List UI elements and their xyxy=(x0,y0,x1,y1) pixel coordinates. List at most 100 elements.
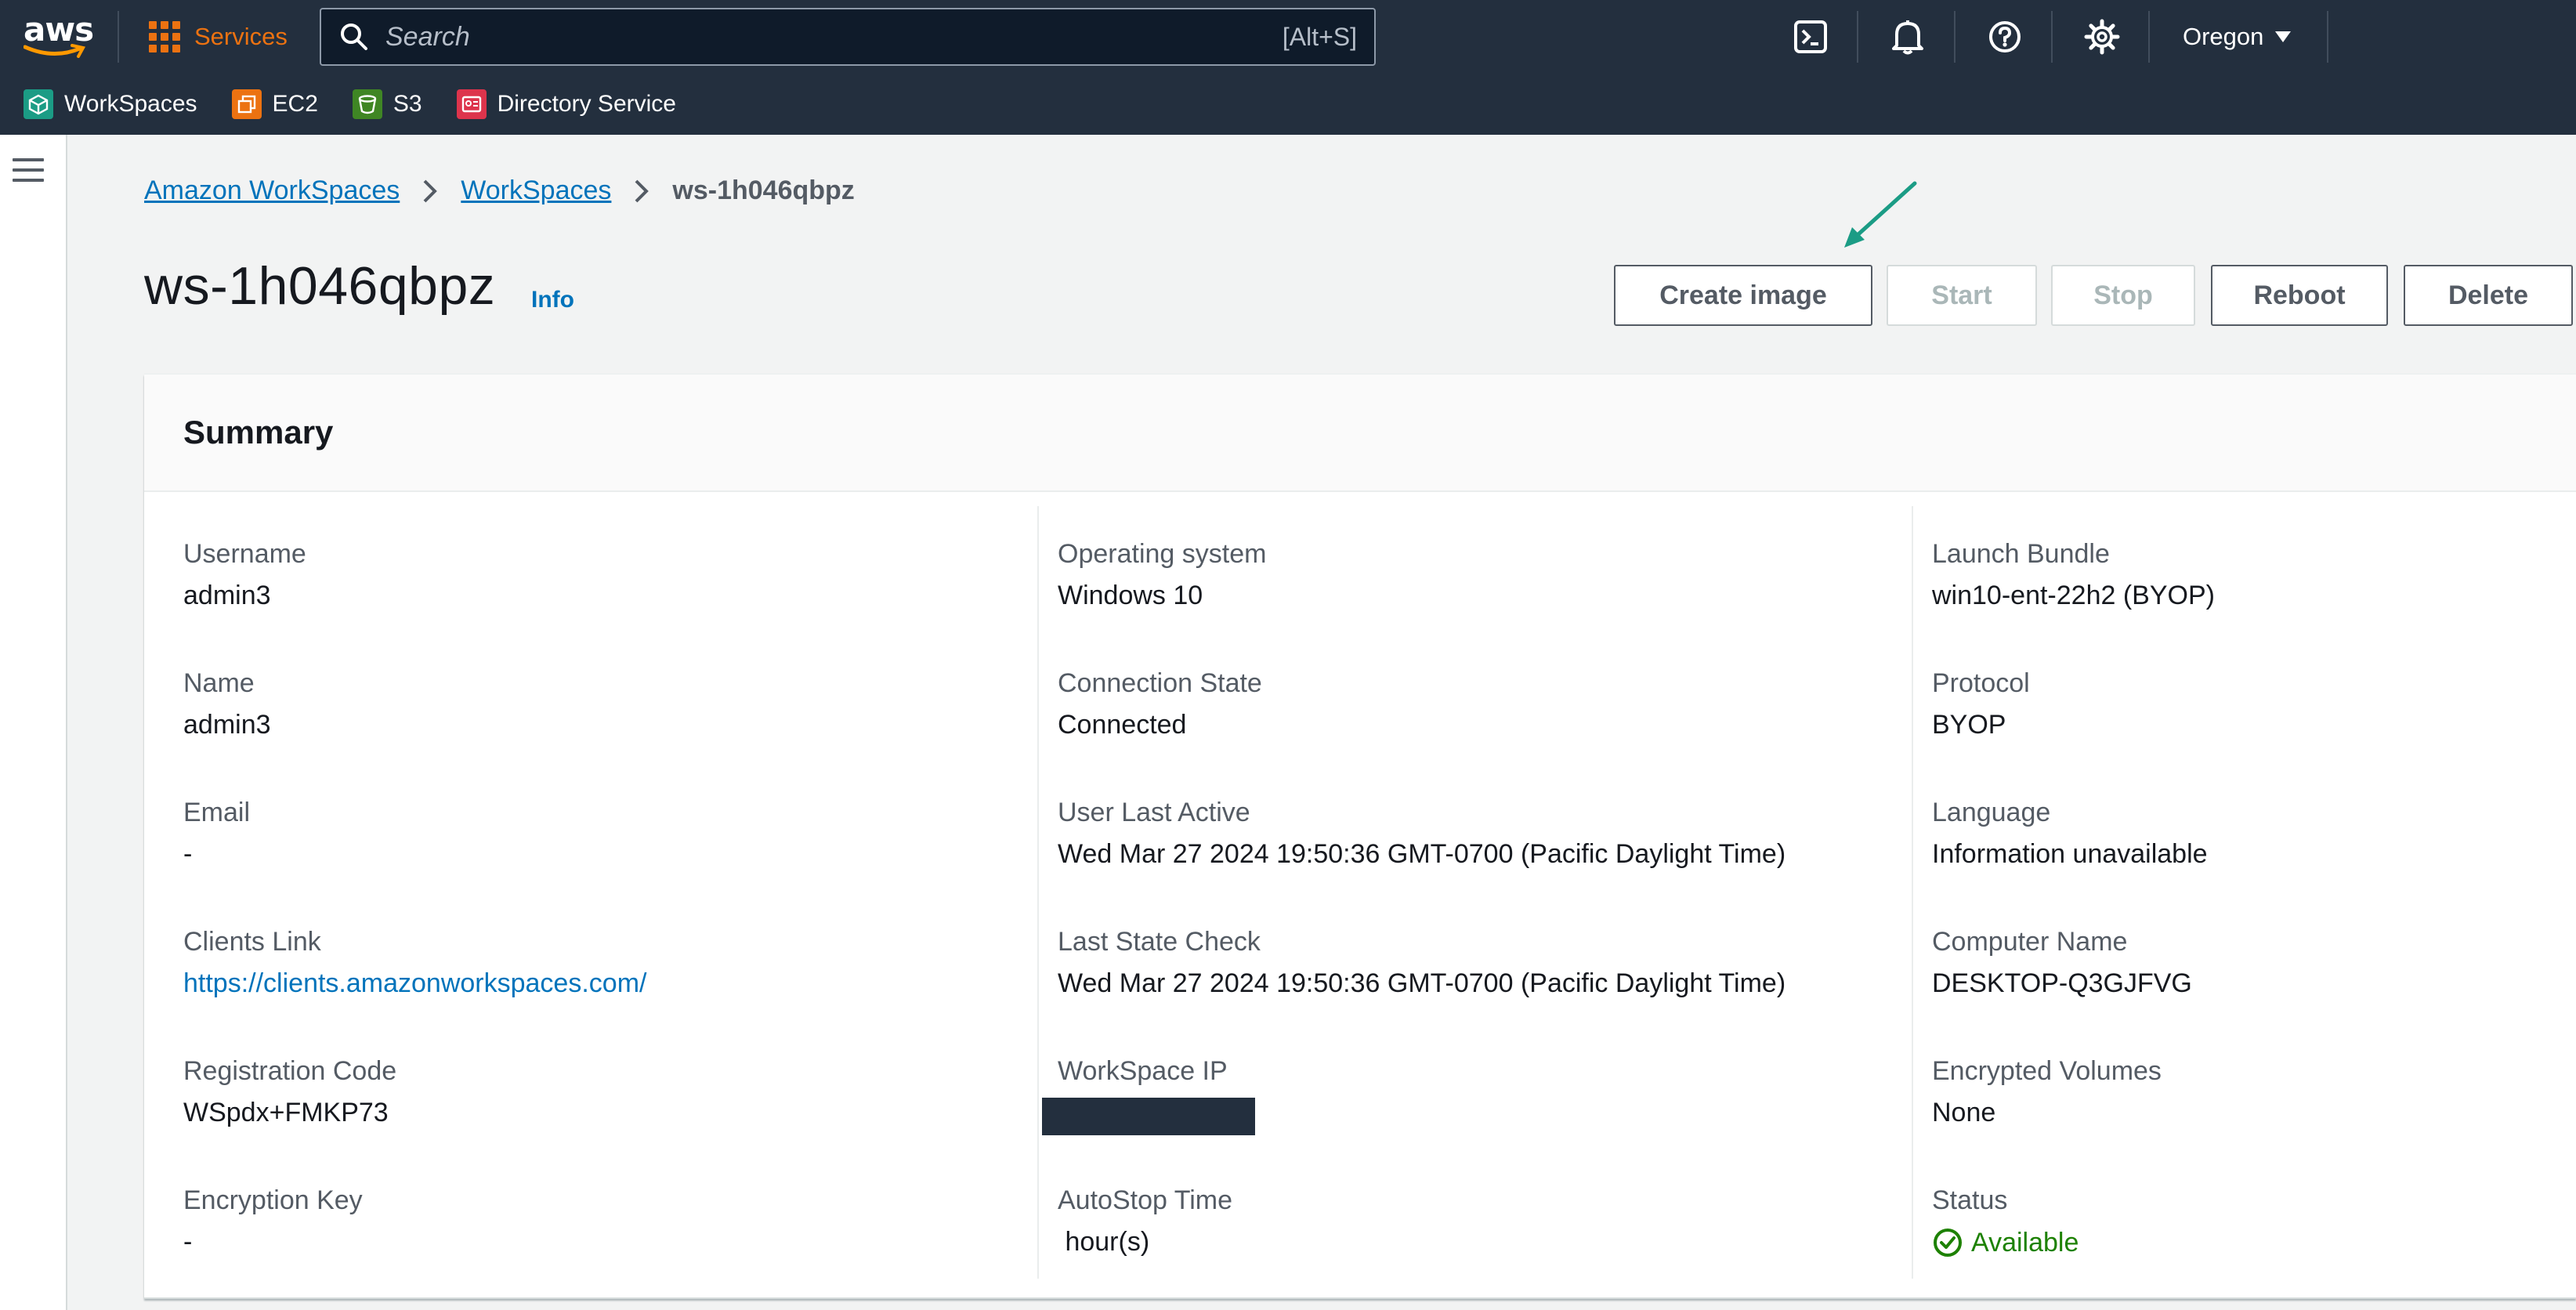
field-label: AutoStop Time xyxy=(1058,1185,1233,1215)
s3-icon xyxy=(352,89,382,119)
nav-divider xyxy=(1857,11,1858,63)
field-language: Language Information unavailable xyxy=(1932,798,2208,870)
search-box[interactable]: [Alt+S] xyxy=(320,8,1376,66)
top-navigation: aws Services [Alt+S] xyxy=(0,0,2576,74)
field-autostop-time: AutoStop Time hour(s) xyxy=(1058,1185,1232,1258)
field-user-last-active: User Last Active Wed Mar 27 2024 19:50:3… xyxy=(1058,798,1785,870)
field-label: Last State Check xyxy=(1058,927,1261,957)
field-encrypted-volumes: Encrypted Volumes None xyxy=(1932,1056,2162,1128)
ec2-icon xyxy=(231,89,262,119)
nav-divider xyxy=(2148,11,2150,63)
settings-gear-icon[interactable] xyxy=(2082,17,2122,56)
reboot-button[interactable]: Reboot xyxy=(2211,265,2388,326)
summary-column-2: Operating system Windows 10 Connection S… xyxy=(1018,492,1893,1276)
field-label: Protocol xyxy=(1932,668,2030,698)
field-label: Computer Name xyxy=(1932,927,2128,957)
delete-button[interactable]: Delete xyxy=(2404,265,2573,326)
field-value: - xyxy=(183,839,193,869)
create-image-button[interactable]: Create image xyxy=(1614,265,1872,326)
field-value: DESKTOP-Q3GJFVG xyxy=(1932,968,2192,998)
field-value: admin3 xyxy=(183,710,271,740)
field-label: Registration Code xyxy=(183,1056,397,1086)
start-button[interactable]: Start xyxy=(1887,265,2037,326)
summary-column-3: Launch Bundle win10-ent-22h2 (BYOP) Prot… xyxy=(1893,492,2576,1276)
field-label: Language xyxy=(1932,798,2051,827)
field-value: Information unavailable xyxy=(1932,839,2208,869)
favorites-bar: WorkSpaces EC2 S3 Directory Service xyxy=(0,74,2576,135)
summary-panel: Summary Username admin3 Name admin3 Emai… xyxy=(144,375,2576,1299)
field-label: Name xyxy=(183,668,255,698)
nav-divider xyxy=(118,11,119,63)
field-connection-state: Connection State Connected xyxy=(1058,668,1262,740)
field-label: Connection State xyxy=(1058,668,1262,698)
field-label: Operating system xyxy=(1058,539,1267,569)
field-label: WorkSpace IP xyxy=(1058,1056,1228,1086)
search-input[interactable] xyxy=(385,21,1283,52)
page-title: ws-1h046qbpz xyxy=(144,256,496,316)
summary-column-1: Username admin3 Name admin3 Email - Clie… xyxy=(144,492,1037,1276)
aws-logo[interactable]: aws xyxy=(24,10,94,60)
info-link[interactable]: Info xyxy=(531,287,574,313)
field-username: Username admin3 xyxy=(183,539,306,611)
field-last-state-check: Last State Check Wed Mar 27 2024 19:50:3… xyxy=(1058,927,1785,999)
field-computer-name: Computer Name DESKTOP-Q3GJFVG xyxy=(1932,927,2192,999)
side-navigation-rail xyxy=(0,135,67,1310)
annotation-arrow-icon xyxy=(1844,181,1917,248)
region-selector[interactable]: Oregon xyxy=(2183,19,2292,55)
field-launch-bundle: Launch Bundle win10-ent-22h2 (BYOP) xyxy=(1932,539,2215,611)
breadcrumb-amazon-workspaces[interactable]: Amazon WorkSpaces xyxy=(144,176,400,206)
nav-divider xyxy=(1954,11,1956,63)
services-label: Services xyxy=(194,23,288,50)
field-label: Launch Bundle xyxy=(1932,539,2110,569)
aws-smile-icon xyxy=(24,44,86,58)
services-grid-icon xyxy=(149,21,180,52)
breadcrumb-current: ws-1h046qbpz xyxy=(672,176,855,205)
favorite-label: EC2 xyxy=(272,91,318,117)
hamburger-menu-icon[interactable] xyxy=(13,158,44,185)
clients-link[interactable]: https://clients.amazonworkspaces.com/ xyxy=(183,968,646,999)
field-label: Username xyxy=(183,539,306,569)
help-icon[interactable] xyxy=(1985,17,2024,56)
field-status: Status Available xyxy=(1932,1185,2079,1258)
favorite-label: S3 xyxy=(393,91,422,117)
field-value: - xyxy=(183,1227,193,1257)
field-label: Encryption Key xyxy=(183,1185,363,1215)
workspaces-icon xyxy=(24,89,53,119)
field-encryption-key: Encryption Key - xyxy=(183,1185,363,1258)
notifications-bell-icon[interactable] xyxy=(1888,17,1927,56)
caret-down-icon xyxy=(2275,31,2292,42)
field-label: Encrypted Volumes xyxy=(1932,1056,2162,1086)
field-value: Wed Mar 27 2024 19:50:36 GMT-0700 (Pacif… xyxy=(1058,839,1786,869)
field-protocol: Protocol BYOP xyxy=(1932,668,2030,740)
favorite-ec2[interactable]: EC2 xyxy=(231,89,318,119)
field-label: User Last Active xyxy=(1058,798,1250,827)
chevron-right-icon xyxy=(635,179,649,202)
field-name: Name admin3 xyxy=(183,668,271,740)
check-circle-icon xyxy=(1934,1229,1962,1257)
field-label: Clients Link xyxy=(183,927,321,957)
field-value: BYOP xyxy=(1932,710,2006,740)
services-menu-button[interactable]: Services xyxy=(149,16,288,58)
field-value: Windows 10 xyxy=(1058,581,1203,610)
field-value: win10-ent-22h2 (BYOP) xyxy=(1932,581,2215,610)
field-registration-code: Registration Code WSpdx+FMKP73 xyxy=(183,1056,396,1128)
field-value: WSpdx+FMKP73 xyxy=(183,1098,389,1127)
field-value: hour(s) xyxy=(1058,1227,1150,1257)
cloudshell-icon[interactable] xyxy=(1791,17,1830,56)
breadcrumb: Amazon WorkSpaces WorkSpaces ws-1h046qbp… xyxy=(144,176,855,206)
aws-logo-text: aws xyxy=(24,10,94,49)
stop-button[interactable]: Stop xyxy=(2051,265,2195,326)
summary-header: Summary xyxy=(144,375,2576,492)
favorite-directory-service[interactable]: Directory Service xyxy=(456,89,676,119)
search-shortcut-hint: [Alt+S] xyxy=(1282,22,1357,51)
favorite-label: WorkSpaces xyxy=(64,91,197,117)
nav-divider xyxy=(2051,11,2053,63)
directory-service-icon xyxy=(456,89,487,119)
field-email: Email - xyxy=(183,798,250,870)
search-icon xyxy=(341,24,367,50)
breadcrumb-workspaces[interactable]: WorkSpaces xyxy=(461,176,611,206)
favorite-s3[interactable]: S3 xyxy=(352,89,422,119)
region-label: Oregon xyxy=(2183,23,2264,50)
field-operating-system: Operating system Windows 10 xyxy=(1058,539,1266,611)
favorite-workspaces[interactable]: WorkSpaces xyxy=(24,89,197,119)
